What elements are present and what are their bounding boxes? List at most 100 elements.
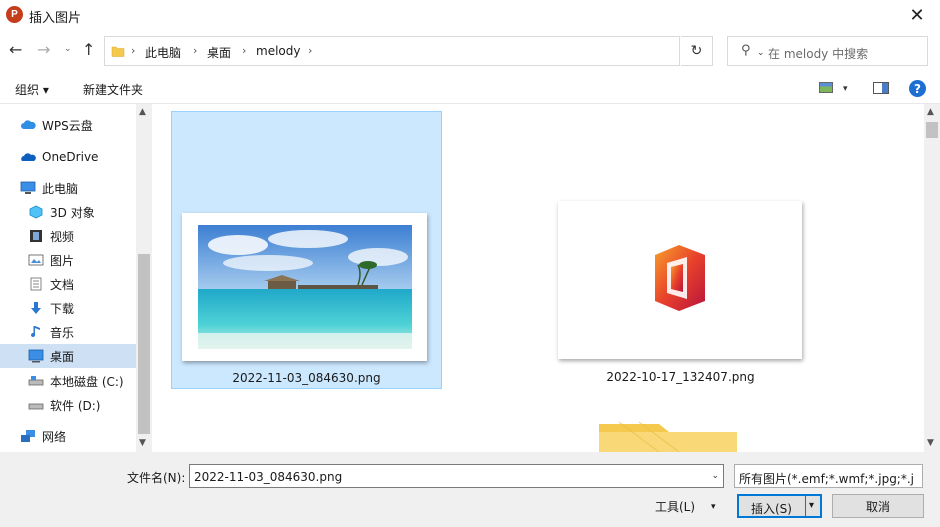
breadcrumb-melody[interactable]: melody [256, 44, 300, 58]
scroll-down-icon[interactable]: ▼ [927, 438, 934, 448]
back-button[interactable]: ← [9, 40, 22, 59]
sidebar-item-this-pc[interactable]: 此电脑 [0, 176, 136, 200]
file-list-view: 2022-11-03_084630.png 2022-10-17_132407.… [152, 104, 924, 452]
cloud-icon [21, 120, 36, 129]
file-type-filter-value: 所有图片(*.emf;*.wmf;*.jpg;*.j [739, 472, 914, 486]
help-icon[interactable]: ? [909, 80, 926, 97]
insert-dropdown-icon[interactable]: ▾ [809, 500, 814, 511]
documents-icon [30, 277, 42, 291]
breadcrumb-separator: › [131, 44, 136, 57]
powerpoint-app-icon: P [6, 6, 23, 23]
preview-pane-icon[interactable] [873, 82, 889, 94]
search-placeholder: 在 melody 中搜索 [768, 47, 869, 61]
insert-button[interactable]: 插入(S) ▾ [737, 494, 822, 518]
sidebar-item-label: 文档 [50, 277, 75, 292]
scroll-up-icon[interactable]: ▲ [139, 107, 146, 117]
sidebar-item-local-disk-c[interactable]: 本地磁盘 (C:) [0, 369, 136, 393]
sidebar-item-documents[interactable]: 文档 [0, 272, 136, 296]
filename-label: 文件名(N): [127, 471, 186, 485]
sidebar-item-software-d[interactable]: 软件 (D:) [0, 393, 136, 417]
breadcrumb-desktop[interactable]: 桌面 [207, 44, 231, 61]
sidebar-item-label: 下载 [50, 301, 75, 316]
view-options-dropdown-icon[interactable]: ▾ [843, 84, 848, 94]
folder-icon [111, 46, 125, 57]
tools-button[interactable]: 工具(L) [655, 498, 695, 515]
sidebar-item-label: 图片 [50, 253, 75, 268]
insert-button-divider [805, 496, 806, 516]
file-type-filter-select[interactable]: 所有图片(*.emf;*.wmf;*.jpg;*.j [734, 464, 923, 488]
scroll-down-icon[interactable]: ▼ [139, 438, 146, 448]
download-icon [31, 302, 41, 314]
organize-button[interactable]: 组织 ▾ [15, 81, 49, 98]
sidebar-item-label: 音乐 [50, 325, 75, 340]
beach-photo-thumbnail [198, 225, 412, 349]
breadcrumb-this-pc[interactable]: 此电脑 [145, 44, 181, 61]
sidebar-item-desktop[interactable]: 桌面 [0, 344, 136, 368]
office-logo-icon [655, 245, 705, 311]
pictures-icon [28, 254, 44, 266]
sidebar-item-videos[interactable]: 视频 [0, 224, 136, 248]
sidebar-item-label: WPS云盘 [42, 118, 93, 133]
sidebar-item-pictures[interactable]: 图片 [0, 248, 136, 272]
breadcrumb-separator: › [308, 44, 313, 57]
sidebar-item-label: 网络 [42, 429, 67, 444]
drive-icon [28, 376, 44, 386]
scroll-up-icon[interactable]: ▲ [927, 107, 934, 117]
filename-input[interactable]: 2022-11-03_084630.png ⌄ [189, 464, 724, 488]
dialog-footer: 文件名(N): 2022-11-03_084630.png ⌄ 所有图片(*.e… [0, 452, 940, 527]
file-name-label: 2022-10-17_132407.png [606, 370, 755, 384]
image-thumbnail [558, 201, 802, 359]
sidebar-item-downloads[interactable]: 下载 [0, 296, 136, 320]
sidebar-item-onedrive[interactable]: OneDrive [0, 145, 136, 169]
filename-value: 2022-11-03_084630.png [194, 470, 343, 484]
window-title: 插入图片 [29, 11, 82, 26]
image-thumbnail [182, 213, 427, 361]
3d-objects-icon [29, 205, 43, 219]
sidebar-scrollbar[interactable]: ▲ ▼ [136, 104, 152, 452]
up-button[interactable]: ↑ [82, 40, 95, 59]
breadcrumb-separator: › [242, 44, 247, 57]
sidebar-item-label: OneDrive [42, 150, 99, 164]
insert-button-label: 插入(S) [751, 502, 792, 516]
onedrive-icon [21, 153, 36, 161]
search-icon: ⚲ [741, 43, 751, 58]
breadcrumb-separator: › [193, 44, 198, 57]
change-view-icon[interactable] [819, 82, 833, 93]
forward-button[interactable]: → [37, 40, 50, 59]
refresh-button[interactable]: ↻ [681, 36, 713, 66]
content-scrollbar[interactable]: ▲ ▼ [924, 104, 940, 452]
file-tile[interactable]: 2022-11-03_084630.png [171, 111, 442, 389]
new-folder-button[interactable]: 新建文件夹 [83, 81, 143, 98]
file-name-label: 2022-11-03_084630.png [232, 371, 381, 385]
title-bar: P 插入图片 ✕ [0, 0, 940, 30]
sidebar-item-label: 此电脑 [42, 181, 79, 196]
music-icon [31, 326, 40, 338]
navigation-bar: ← → ⌄ ↑ › 此电脑 › 桌面 › melody › ⌄ ↻ ⚲ 在 me… [0, 32, 940, 68]
sidebar-item-label: 视频 [50, 229, 75, 244]
cancel-button[interactable]: 取消 [832, 494, 924, 518]
folder-icon[interactable] [599, 418, 749, 452]
tools-dropdown-icon[interactable]: ▾ [711, 502, 716, 512]
sidebar-item-wps-cloud[interactable]: WPS云盘 [0, 113, 136, 137]
scrollbar-thumb[interactable] [138, 254, 150, 434]
sidebar-item-music[interactable]: 音乐 [0, 320, 136, 344]
computer-icon [20, 181, 36, 194]
drive-icon [28, 403, 44, 410]
sidebar-item-label: 桌面 [50, 349, 75, 364]
close-button[interactable]: ✕ [894, 0, 940, 30]
recent-locations-chevron-icon[interactable]: ⌄ [64, 44, 72, 54]
scrollbar-thumb[interactable] [926, 122, 938, 138]
sidebar-item-3d-objects[interactable]: 3D 对象 [0, 200, 136, 224]
command-toolbar: 组织 ▾ 新建文件夹 ▾ ? [0, 72, 940, 104]
sidebar-item-network[interactable]: 网络 [0, 424, 136, 448]
video-icon [30, 230, 42, 242]
desktop-icon [28, 349, 44, 363]
sidebar-item-label: 3D 对象 [50, 205, 95, 220]
search-input[interactable]: ⚲ 在 melody 中搜索 [727, 36, 928, 66]
network-icon [21, 430, 35, 442]
navigation-pane: WPS云盘 OneDrive 此电脑 3D 对象 视频 图片 文档 下载 音乐 … [0, 104, 152, 452]
address-bar[interactable]: › 此电脑 › 桌面 › melody › ⌄ [104, 36, 765, 66]
filename-dropdown-chevron-icon[interactable]: ⌄ [711, 471, 719, 481]
file-tile[interactable]: 2022-10-17_132407.png [543, 111, 818, 389]
sidebar-item-label: 本地磁盘 (C:) [50, 374, 124, 389]
